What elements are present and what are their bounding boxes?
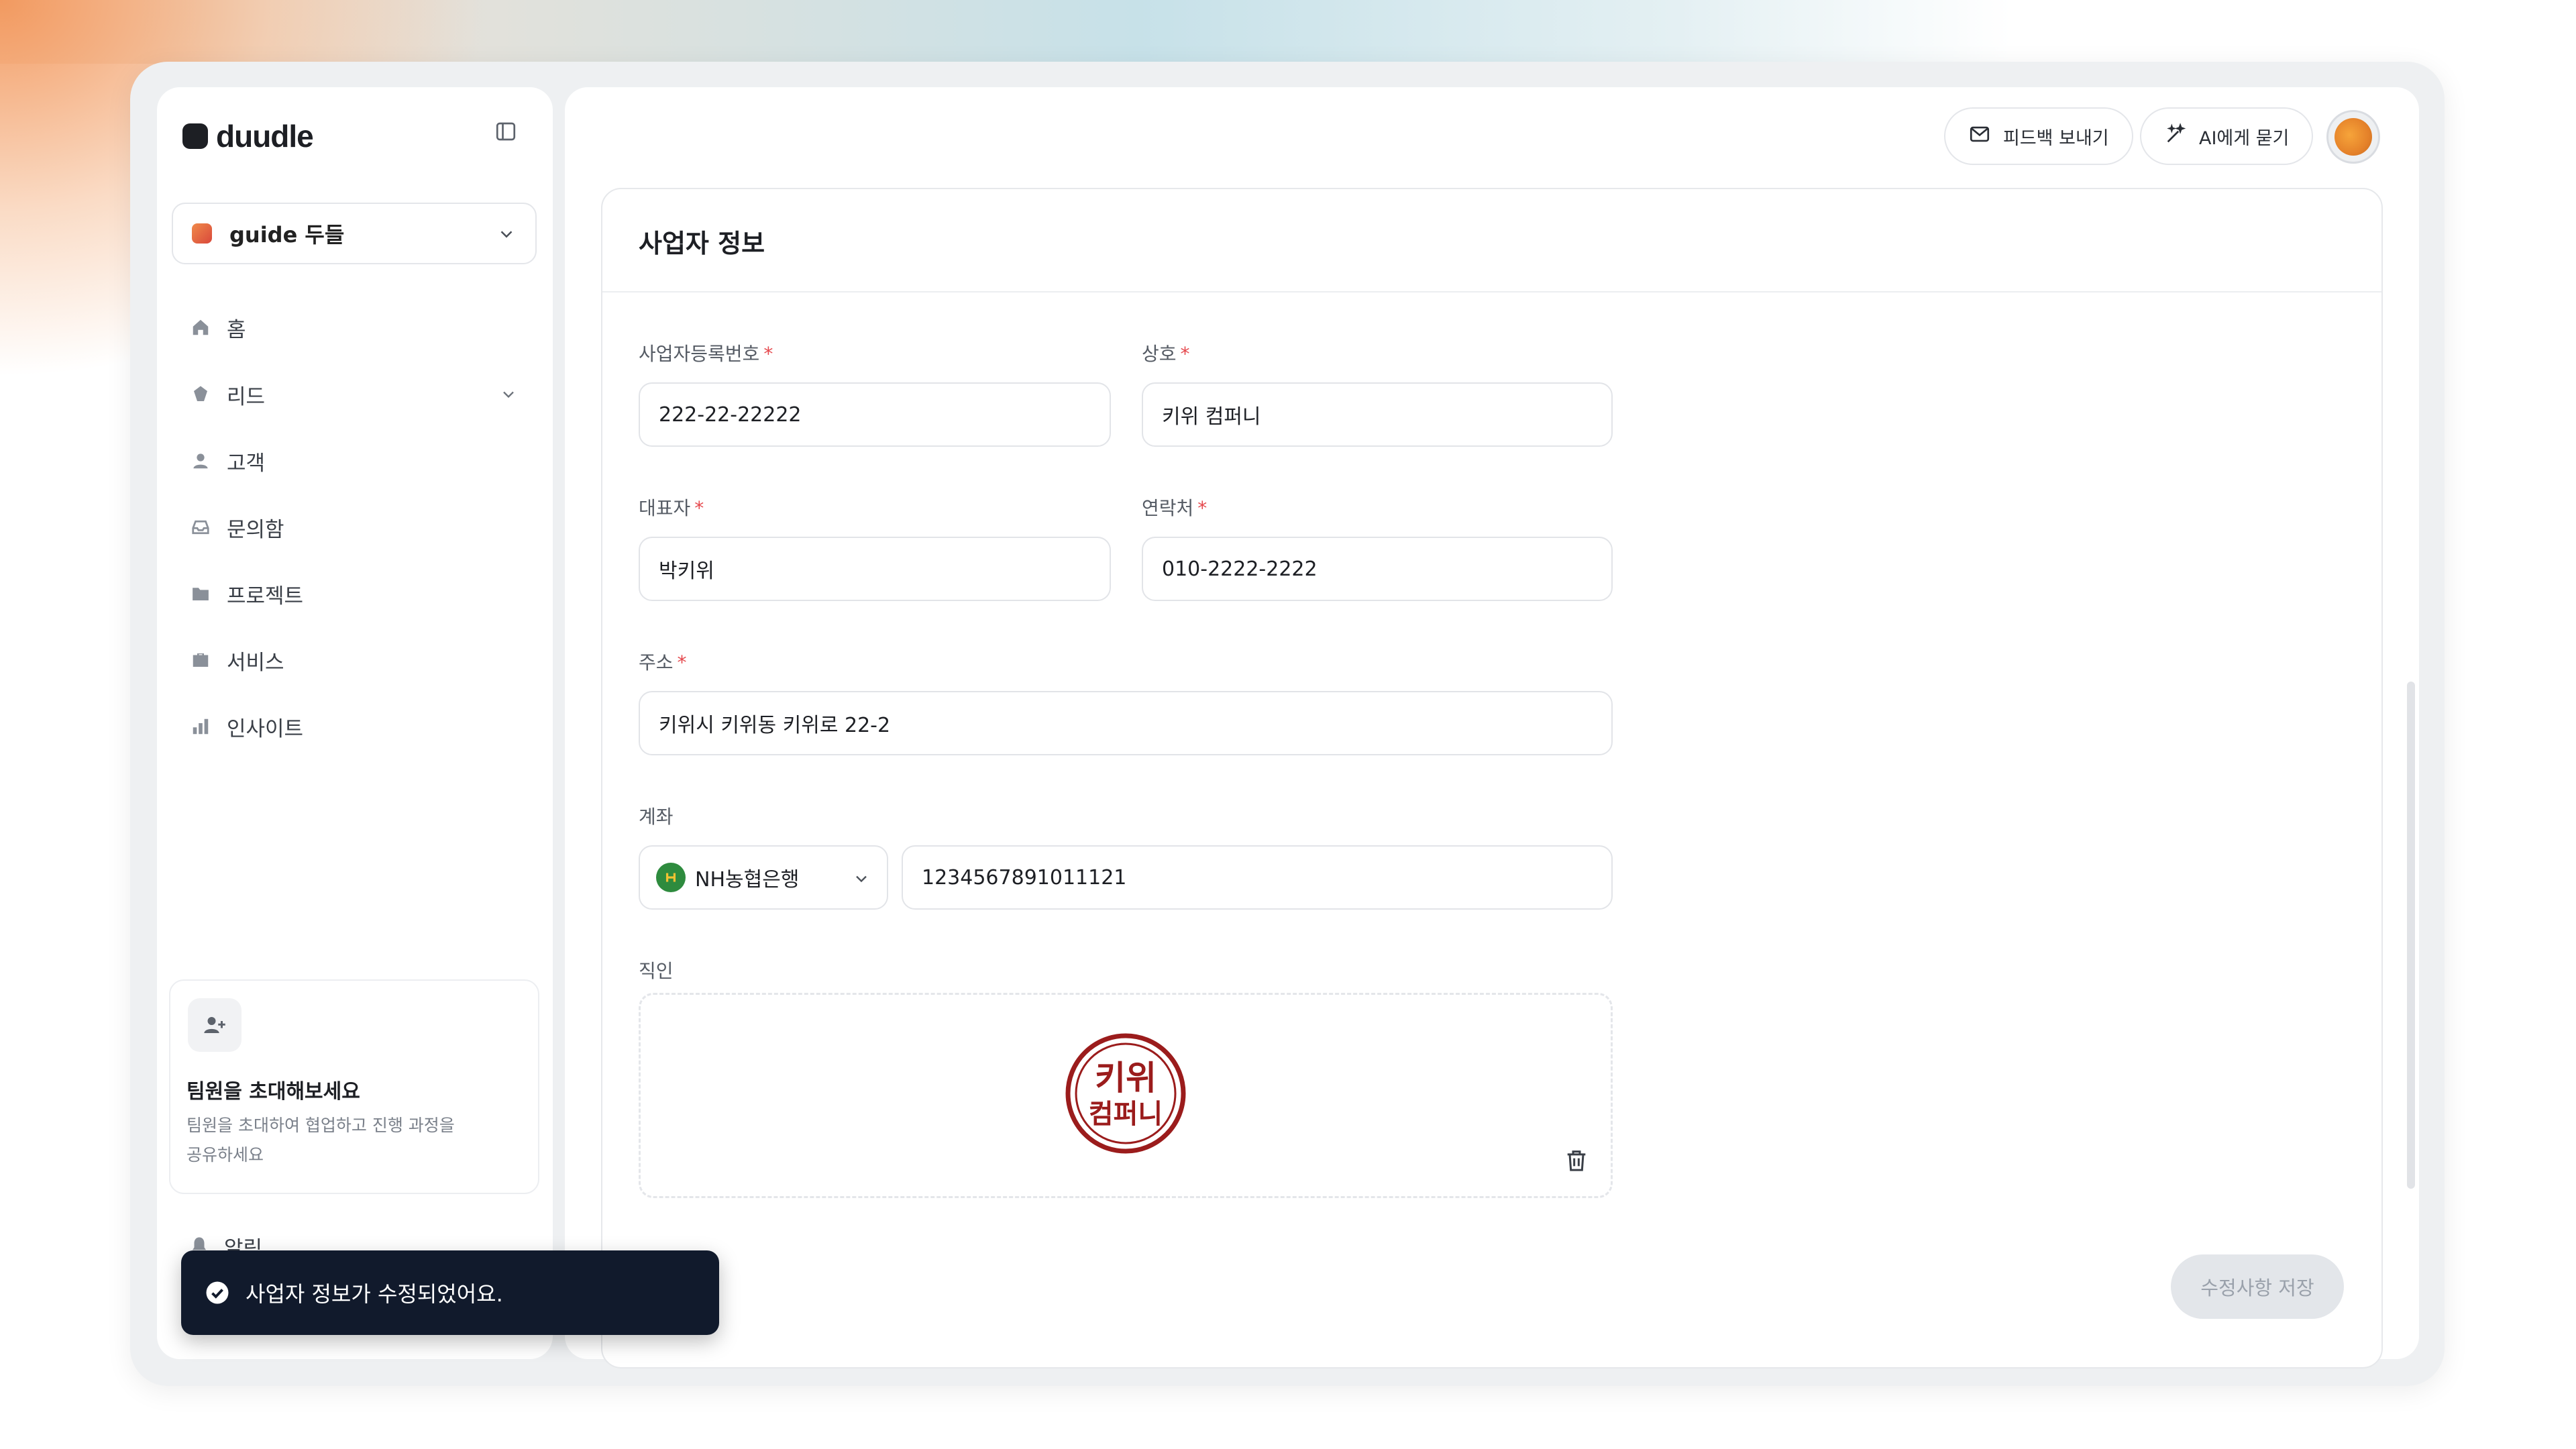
sidebar-item-home[interactable]: 홈 — [189, 307, 518, 347]
seal-text-line1: 키위 — [1095, 1059, 1157, 1097]
phone-input[interactable]: 010-2222-2222 — [1142, 537, 1613, 601]
briefcase-icon — [189, 649, 212, 672]
ask-ai-label: AI에게 묻기 — [2199, 127, 2290, 149]
invite-card[interactable]: 팀원을 초대해보세요 팀원을 초대하여 협업하고 진행 과정을 공유하세요 — [169, 979, 539, 1194]
person-icon — [189, 449, 212, 472]
label-text: 계좌 — [639, 806, 674, 828]
chevron-down-icon — [496, 224, 517, 244]
biz-number-input[interactable]: 222-22-22222 — [639, 382, 1111, 447]
required-mark: * — [1180, 343, 1190, 365]
label-text: 연락처 — [1142, 497, 1194, 519]
label-text: 상호 — [1142, 343, 1177, 365]
invite-description: 팀원을 초대하여 협업하고 진행 과정을 공유하세요 — [186, 1116, 455, 1165]
invite-title: 팀원을 초대해보세요 — [186, 1080, 360, 1104]
workspace-label: guide 두들 — [229, 222, 345, 248]
toast-notification: 사업자 정보가 수정되었어요. — [181, 1250, 719, 1335]
check-circle-icon — [205, 1281, 229, 1305]
sidebar-item-customer[interactable]: 고객 — [189, 441, 518, 481]
chevron-down-icon — [499, 385, 518, 404]
input-value: 222-22-22222 — [659, 402, 802, 427]
logo-text: duudle — [216, 119, 314, 154]
company-label: 상호 * — [1142, 339, 1190, 366]
sidebar-item-label: 고객 — [227, 451, 266, 476]
seal-label: 직인 — [639, 957, 674, 983]
workspace-select[interactable]: guide 두들 — [172, 203, 537, 264]
app-logo[interactable]: duudle — [182, 118, 314, 154]
add-user-icon — [188, 998, 241, 1052]
mail-icon — [1968, 123, 1991, 150]
inbox-icon — [189, 516, 212, 539]
ceo-label: 대표자 * — [639, 494, 704, 521]
workspace-icon — [192, 223, 212, 244]
ask-ai-button[interactable]: AI에게 묻기 — [2140, 107, 2314, 165]
lead-icon — [189, 383, 212, 406]
sidebar-item-insight[interactable]: 인사이트 — [189, 706, 518, 747]
required-mark: * — [763, 343, 773, 365]
bar-chart-icon — [189, 715, 212, 738]
required-mark: * — [1197, 497, 1208, 519]
seal-text-line2: 컴퍼니 — [1089, 1099, 1163, 1130]
label-text: 사업자등록번호 — [639, 343, 760, 365]
bank-select[interactable]: NH농협은행 — [639, 845, 888, 910]
sidebar-item-service[interactable]: 서비스 — [189, 640, 518, 680]
sidebar-item-label: 인사이트 — [227, 716, 304, 741]
account-label: 계좌 — [639, 802, 674, 829]
label-text: 주소 — [639, 651, 674, 674]
required-mark: * — [694, 497, 704, 519]
seal-stamp-image: 키위 컴퍼니 — [1065, 1033, 1186, 1154]
magic-wand-icon — [2164, 122, 2187, 150]
company-input[interactable]: 키위 컴퍼니 — [1142, 382, 1613, 447]
input-value: 키위시 키위동 키위로 22-2 — [659, 714, 891, 737]
logo-mark-icon — [182, 123, 208, 149]
home-icon — [189, 316, 212, 339]
feedback-button[interactable]: 피드백 보내기 — [1944, 107, 2133, 165]
ceo-input[interactable]: 박키위 — [639, 537, 1111, 601]
trash-icon[interactable] — [1563, 1147, 1590, 1174]
sidebar-item-label: 리드 — [227, 384, 266, 409]
required-mark: * — [677, 651, 687, 674]
sidebar-item-label: 서비스 — [227, 650, 284, 675]
scrollbar[interactable] — [2407, 682, 2415, 1189]
sidebar-item-label: 문의함 — [227, 517, 284, 542]
save-button-label: 수정사항 저장 — [2200, 1277, 2314, 1299]
bank-label: NH농협은행 — [695, 868, 800, 892]
sidebar-item-label: 홈 — [227, 317, 246, 342]
page-title: 사업자 정보 — [639, 229, 765, 258]
phone-label: 연락처 * — [1142, 494, 1207, 521]
biz-number-label: 사업자등록번호 * — [639, 339, 773, 366]
feedback-label: 피드백 보내기 — [2003, 127, 2109, 149]
toast-message: 사업자 정보가 수정되었어요. — [246, 1281, 503, 1307]
input-value: 010-2222-2222 — [1162, 557, 1318, 581]
address-label: 주소 * — [639, 648, 687, 675]
account-number-input[interactable]: 1234567891011121 — [902, 845, 1613, 910]
input-value: 박키위 — [659, 559, 714, 583]
avatar[interactable] — [2326, 110, 2380, 164]
sidebar-item-label: 프로젝트 — [227, 584, 304, 608]
sidebar-item-inbox[interactable]: 문의함 — [189, 507, 518, 547]
input-value: 키위 컴퍼니 — [1162, 405, 1261, 429]
sidebar-toggle-icon[interactable] — [494, 119, 518, 144]
avatar-image — [2334, 118, 2372, 156]
label-text: 대표자 — [639, 497, 691, 519]
sidebar-item-lead[interactable]: 리드 — [189, 374, 518, 415]
divider — [602, 291, 2381, 292]
sidebar-item-project[interactable]: 프로젝트 — [189, 574, 518, 614]
address-input[interactable]: 키위시 키위동 키위로 22-2 — [639, 691, 1613, 755]
label-text: 직인 — [639, 960, 674, 982]
input-value: 1234567891011121 — [922, 865, 1127, 890]
chevron-down-icon — [852, 869, 871, 888]
folder-icon — [189, 582, 212, 605]
save-button[interactable]: 수정사항 저장 — [2171, 1254, 2344, 1319]
bank-logo-icon — [656, 863, 686, 892]
